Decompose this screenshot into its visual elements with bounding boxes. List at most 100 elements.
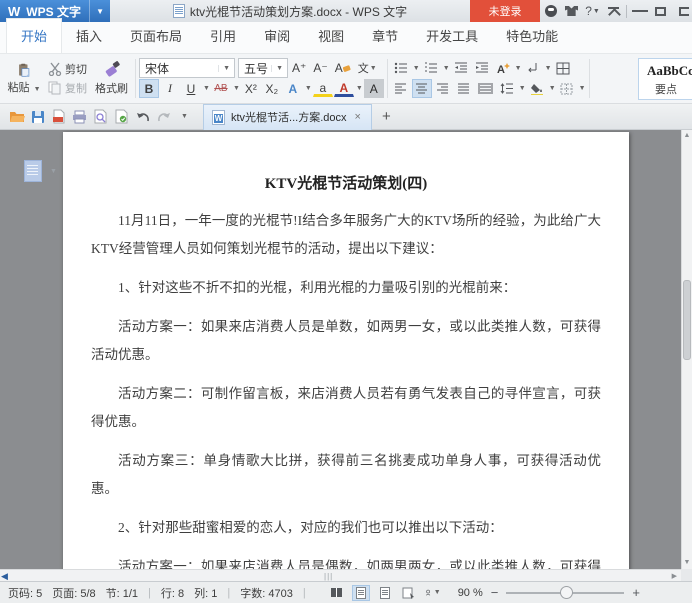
quickbar-dropdown-caret[interactable]: ▼: [174, 106, 195, 128]
char-shading-button[interactable]: A: [363, 79, 384, 99]
zoom-out-button[interactable]: −: [491, 585, 499, 600]
shading-button[interactable]: [527, 79, 547, 98]
wenzi-tools-button[interactable]: A: [493, 59, 513, 78]
grow-font-button[interactable]: A⁺: [289, 59, 309, 78]
page-tool-icon[interactable]: [24, 160, 42, 182]
help-icon[interactable]: ? ▼: [582, 0, 603, 22]
tab-page-layout[interactable]: 页面布局: [116, 19, 196, 53]
pinyin-guide-button[interactable]: 文 ▼: [355, 59, 380, 78]
open-file-button[interactable]: [6, 106, 27, 128]
vertical-scroll-thumb[interactable]: [683, 280, 691, 360]
numbered-list-caret[interactable]: ▼: [443, 65, 450, 72]
align-right-button[interactable]: [433, 79, 453, 98]
read-mode-icon: [331, 588, 343, 597]
format-painter-icon-btn[interactable]: [91, 59, 132, 79]
font-color-caret[interactable]: ▼: [356, 85, 363, 92]
document-page[interactable]: KTV光棍节活动策划(四) 11月11日，一年一度的光棍节!I结合多年服务广大的…: [63, 132, 629, 581]
text-effects-button[interactable]: A: [283, 79, 303, 98]
style-gallery-item[interactable]: AaBbCc 要点: [638, 58, 692, 100]
maximize-button[interactable]: [650, 0, 671, 22]
tab-references[interactable]: 引用: [196, 19, 250, 53]
underline-button[interactable]: U: [181, 79, 201, 98]
undo-button[interactable]: [132, 106, 153, 128]
vertical-scrollbar[interactable]: ▲ ▼: [681, 130, 692, 569]
horizontal-scroll-grip[interactable]: |||: [324, 572, 333, 581]
underline-caret[interactable]: ▼: [203, 85, 210, 92]
tab-special-features[interactable]: 特色功能: [492, 19, 572, 53]
show-paragraph-marks-button[interactable]: [523, 59, 543, 78]
page-tool-caret[interactable]: ▼: [50, 168, 57, 175]
zoom-slider-knob[interactable]: [560, 585, 574, 599]
line-spacing-caret[interactable]: ▼: [519, 85, 526, 92]
borders-caret[interactable]: ▼: [579, 85, 586, 92]
minimize-button[interactable]: [629, 0, 650, 22]
new-tab-button[interactable]: +: [382, 108, 391, 125]
subscript-button[interactable]: X₂: [262, 79, 282, 98]
export-pdf-button[interactable]: [48, 106, 69, 128]
italic-button[interactable]: I: [160, 79, 180, 98]
highlight-button[interactable]: a: [312, 80, 333, 98]
document-tab-active[interactable]: ktv光棍节活...方案.docx ×: [203, 103, 372, 130]
justify-button[interactable]: [454, 79, 474, 98]
clear-format-button[interactable]: A: [332, 59, 354, 78]
scroll-right-arrow[interactable]: ▶: [672, 572, 677, 580]
status-word-count[interactable]: 字数: 4703: [240, 585, 293, 601]
tab-developer[interactable]: 开发工具: [412, 19, 492, 53]
superscript-button[interactable]: X²: [241, 79, 261, 98]
bullet-list-button[interactable]: [391, 59, 411, 78]
bullet-list-caret[interactable]: ▼: [413, 65, 420, 72]
decrease-indent-button[interactable]: [451, 59, 471, 78]
paragraph-marks-caret[interactable]: ▼: [545, 65, 552, 72]
tab-view[interactable]: 视图: [304, 19, 358, 53]
shrink-font-button[interactable]: A⁻: [310, 59, 330, 78]
strikethrough-button[interactable]: AB: [211, 79, 231, 98]
align-left-button[interactable]: [391, 79, 411, 98]
format-painter-button[interactable]: 格式刷: [91, 79, 132, 99]
close-button[interactable]: [671, 0, 692, 22]
table-grid-button[interactable]: [553, 59, 573, 78]
spell-check-doc-button[interactable]: [111, 106, 132, 128]
font-name-combo[interactable]: 宋体 ▼: [139, 58, 235, 79]
paste-button[interactable]: 粘贴 ▼: [4, 57, 44, 100]
horizontal-scrollbar[interactable]: ◀ ||| ▶: [0, 569, 681, 581]
outline-view-button[interactable]: [376, 585, 394, 601]
web-layout-button[interactable]: [400, 585, 418, 601]
strikethrough-caret[interactable]: ▼: [233, 85, 240, 92]
scroll-up-arrow[interactable]: ▲: [682, 130, 692, 142]
tab-insert[interactable]: 插入: [62, 19, 116, 53]
scroll-down-arrow[interactable]: ▼: [682, 557, 692, 569]
collapse-ribbon-icon[interactable]: [603, 0, 624, 22]
distribute-button[interactable]: [475, 79, 496, 98]
borders-button[interactable]: [557, 79, 577, 98]
print-button[interactable]: [69, 106, 90, 128]
tab-section[interactable]: 章节: [358, 19, 412, 53]
scroll-left-arrow[interactable]: ◀: [1, 571, 8, 581]
format-painter-icon: [105, 60, 120, 77]
align-center-button[interactable]: [411, 79, 432, 99]
zoom-level[interactable]: 90 %: [458, 587, 483, 599]
shading-caret[interactable]: ▼: [549, 85, 556, 92]
clipboard-group: 粘贴 ▼ 剪切 复制 格式刷: [4, 57, 132, 100]
fullscreen-button[interactable]: ▼: [424, 585, 442, 601]
wenzi-tools-caret[interactable]: ▼: [515, 65, 522, 72]
tab-review[interactable]: 审阅: [250, 19, 304, 53]
close-tab-icon[interactable]: ×: [353, 111, 363, 123]
line-spacing-button[interactable]: [497, 79, 517, 98]
save-button[interactable]: [27, 106, 48, 128]
cut-button[interactable]: 剪切: [44, 59, 91, 79]
redo-button[interactable]: [153, 106, 174, 128]
font-color-button[interactable]: A: [333, 80, 354, 98]
tab-home[interactable]: 开始: [6, 18, 63, 53]
bold-button[interactable]: B: [139, 79, 159, 99]
increase-indent-button[interactable]: [472, 59, 492, 78]
text-effects-caret[interactable]: ▼: [305, 85, 312, 92]
page-float-tool[interactable]: ▼: [24, 160, 57, 182]
copy-button[interactable]: 复制: [44, 79, 91, 99]
font-size-combo[interactable]: 五号 ▼: [238, 58, 288, 79]
page-view-button[interactable]: [351, 584, 370, 601]
zoom-in-button[interactable]: +: [632, 585, 640, 600]
zoom-slider[interactable]: [506, 585, 625, 599]
read-mode-button[interactable]: [328, 585, 346, 601]
numbered-list-button[interactable]: [421, 59, 441, 78]
print-preview-button[interactable]: [90, 106, 111, 128]
